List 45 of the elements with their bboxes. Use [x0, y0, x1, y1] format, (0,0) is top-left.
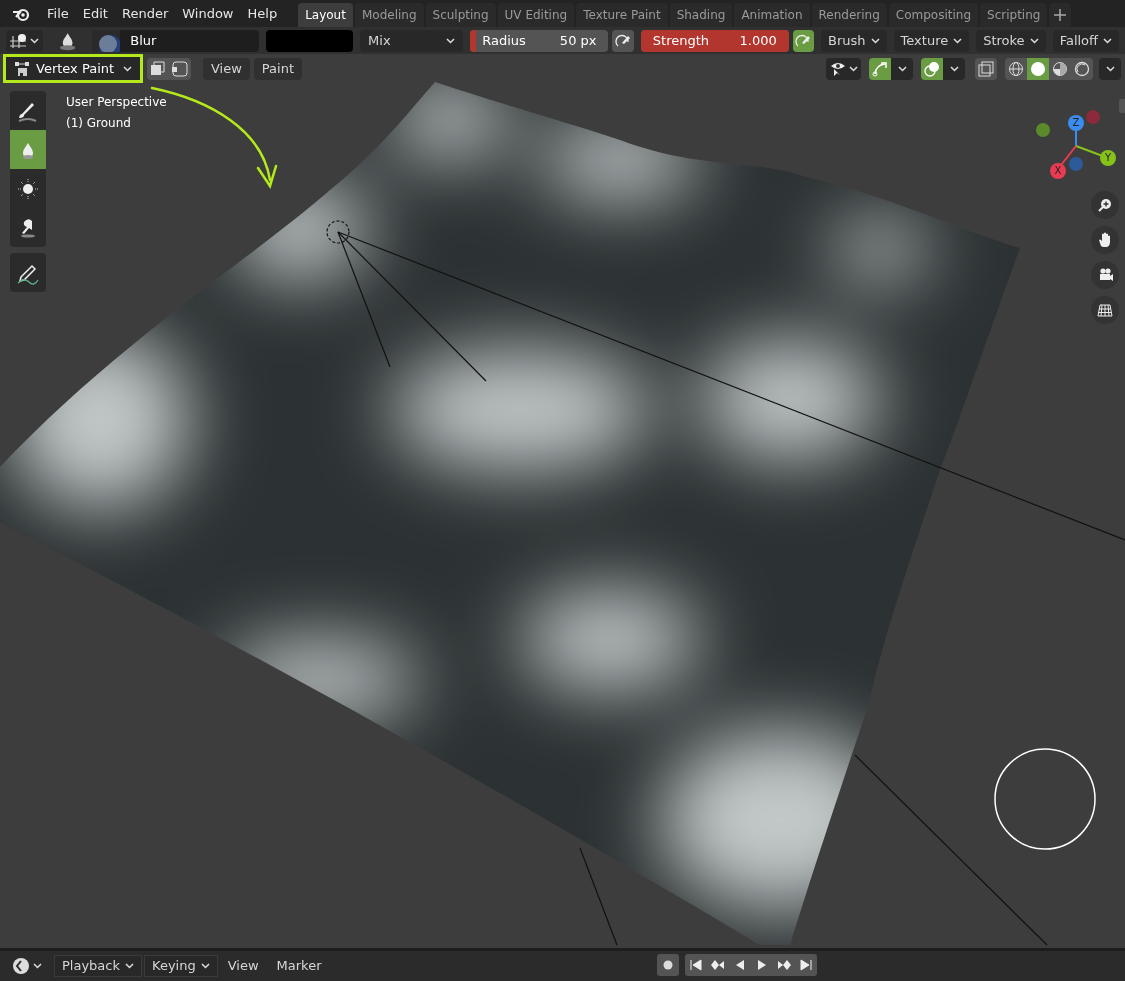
- radius-slider[interactable]: Radius 50 px: [470, 29, 609, 52]
- blend-mode-dropdown[interactable]: Mix: [360, 29, 464, 52]
- slider-label: Radius: [482, 31, 526, 50]
- timeline-menu[interactable]: Marker: [268, 956, 330, 976]
- panel-label: Texture: [900, 31, 949, 50]
- panel-dropdown[interactable]: Brush: [821, 29, 887, 52]
- workspace-tab[interactable]: Sculpting: [425, 3, 496, 27]
- workspace-tab[interactable]: Modeling: [354, 3, 424, 27]
- timeline-dropdown[interactable]: Keying: [144, 955, 218, 977]
- slider-value: 1.000: [739, 31, 777, 50]
- workspace-tab[interactable]: Scripting: [980, 3, 1048, 27]
- header-menu[interactable]: Paint: [253, 57, 303, 80]
- menu-item[interactable]: Window: [175, 3, 241, 24]
- timeline-dropdown[interactable]: Playback: [54, 955, 142, 977]
- workspace-tab[interactable]: UV Editing: [497, 3, 575, 27]
- slider-value: 50 px: [559, 31, 597, 50]
- panel-dropdown[interactable]: Stroke: [976, 29, 1046, 52]
- timeline-dropdown-label: Keying: [152, 957, 196, 976]
- panel-dropdown[interactable]: Texture: [893, 29, 970, 52]
- panel-label: Stroke: [983, 31, 1025, 50]
- panel-label: Falloff: [1059, 31, 1098, 50]
- viewport-info-text: User Perspective: [66, 94, 167, 111]
- strength-slider[interactable]: Strength 1.000: [640, 29, 789, 52]
- workspace-tab[interactable]: Shading: [669, 3, 733, 27]
- brush-name: Blur: [129, 31, 157, 50]
- workspace-tab[interactable]: Animation: [734, 3, 810, 27]
- blend-mode-label: Mix: [368, 31, 391, 50]
- brush-name-field[interactable]: Blur: [92, 29, 259, 52]
- workspace-tab[interactable]: Layout: [298, 3, 353, 27]
- menu-item[interactable]: File: [40, 3, 76, 24]
- workspace-tab[interactable]: Rendering: [811, 3, 887, 27]
- mode-label: Vertex Paint: [36, 59, 116, 78]
- workspace-tab[interactable]: Compositing: [888, 3, 979, 27]
- viewport-info-text: (1) Ground: [66, 115, 132, 132]
- panel-dropdown[interactable]: Falloff: [1052, 29, 1119, 52]
- menu-item[interactable]: Edit: [75, 3, 115, 24]
- workspace-tab[interactable]: Texture Paint: [576, 3, 668, 27]
- mode-dropdown[interactable]: Vertex Paint: [3, 54, 143, 83]
- slider-label: Strength: [652, 31, 710, 50]
- panel-label: Brush: [828, 31, 866, 50]
- menu-item[interactable]: Render: [114, 3, 176, 24]
- timeline-dropdown-label: Playback: [62, 957, 120, 976]
- header-menu[interactable]: View: [203, 57, 250, 80]
- timeline-menu[interactable]: View: [219, 956, 267, 976]
- menu-item[interactable]: Help: [240, 3, 285, 24]
